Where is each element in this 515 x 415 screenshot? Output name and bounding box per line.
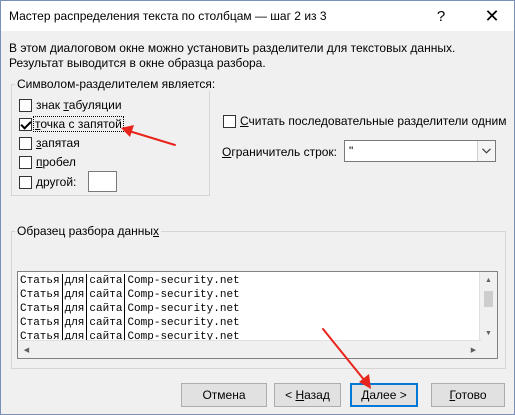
title-bar: Мастер распределения текста по столбцам … — [1, 1, 514, 31]
data-preview[interactable]: Статья для сайта Comp-security.net Статья для… — [17, 271, 498, 359]
window-title: Мастер распределения текста по столбцам … — [9, 9, 327, 23]
table-row: Статья для сайта Comp-security.net — [18, 288, 242, 302]
scroll-down-icon[interactable]: ▼ — [480, 325, 497, 342]
preview-legend: Образец разбора данных — [15, 224, 162, 238]
dialog-description: В этом диалоговом окне можно установить … — [9, 41, 456, 70]
delimiters-legend: Символом-разделителем является: — [15, 77, 218, 91]
preview-horizontal-scrollbar[interactable]: ◀ ▶ — [18, 340, 482, 358]
help-button[interactable]: ? — [428, 5, 454, 27]
semicolon-checkbox[interactable] — [19, 118, 32, 131]
table-row: Статья для сайта Comp-security.net — [18, 316, 242, 330]
help-icon: ? — [436, 7, 446, 25]
table-cell: для — [62, 288, 88, 302]
table-cell: сайта — [86, 316, 126, 330]
comma-label[interactable]: запятая — [36, 136, 80, 150]
text-qualifier-label: Ограничитель строк: — [222, 145, 338, 159]
chevron-down-icon — [482, 148, 491, 154]
back-button[interactable]: < Назад — [274, 383, 341, 407]
table-cell: для — [62, 274, 88, 288]
comma-checkbox[interactable] — [19, 137, 32, 150]
close-icon: ✕ — [484, 5, 500, 26]
close-button[interactable]: ✕ — [479, 5, 505, 27]
table-cell: сайта — [86, 288, 126, 302]
tab-label[interactable]: знак табуляции — [36, 98, 122, 112]
preview-table: Статья для сайта Comp-security.net Статья для… — [18, 274, 242, 344]
table-row: Статья для сайта Comp-security.net — [18, 302, 242, 316]
other-label[interactable]: другой: — [36, 175, 76, 189]
table-cell: Статья — [18, 302, 63, 316]
consecutive-checkbox[interactable] — [223, 115, 236, 128]
tab-checkbox[interactable] — [19, 99, 32, 112]
table-cell: для — [62, 316, 88, 330]
other-delimiter-input[interactable] — [88, 171, 117, 192]
table-cell: Статья — [18, 288, 63, 302]
table-cell: Comp-security.net — [127, 275, 240, 287]
table-cell: сайта — [86, 302, 126, 316]
scroll-up-icon[interactable]: ▲ — [480, 272, 497, 289]
finish-button[interactable]: Готово — [431, 383, 505, 407]
text-qualifier-value: " — [349, 144, 354, 158]
vertical-scroll-thumb[interactable] — [484, 291, 493, 307]
other-checkbox[interactable] — [19, 176, 32, 189]
consecutive-label[interactable]: Считать последовательные разделители одн… — [240, 114, 507, 128]
table-cell: Статья — [18, 316, 63, 330]
scroll-left-icon[interactable]: ◀ — [18, 341, 35, 358]
space-label[interactable]: пробел — [36, 155, 76, 169]
table-cell: сайта — [86, 274, 126, 288]
table-cell: Comp-security.net — [127, 303, 240, 315]
table-cell: для — [62, 302, 88, 316]
preview-vertical-scrollbar[interactable]: ▲ ▼ — [479, 272, 497, 342]
table-cell: Comp-security.net — [127, 289, 240, 301]
text-qualifier-dropdown-button[interactable] — [477, 141, 495, 161]
space-checkbox[interactable] — [19, 156, 32, 169]
dialog-window: Мастер распределения текста по столбцам … — [0, 0, 515, 415]
table-row: Статья для сайта Comp-security.net — [18, 274, 242, 288]
scroll-corner — [480, 341, 497, 358]
table-cell: Comp-security.net — [127, 317, 240, 329]
semicolon-label[interactable]: точка с запятой — [33, 116, 124, 132]
next-button[interactable]: Далее > — [350, 383, 418, 407]
table-cell: Статья — [18, 274, 63, 288]
text-qualifier-select[interactable]: " — [344, 140, 496, 162]
cancel-button[interactable]: Отмена — [181, 383, 267, 407]
